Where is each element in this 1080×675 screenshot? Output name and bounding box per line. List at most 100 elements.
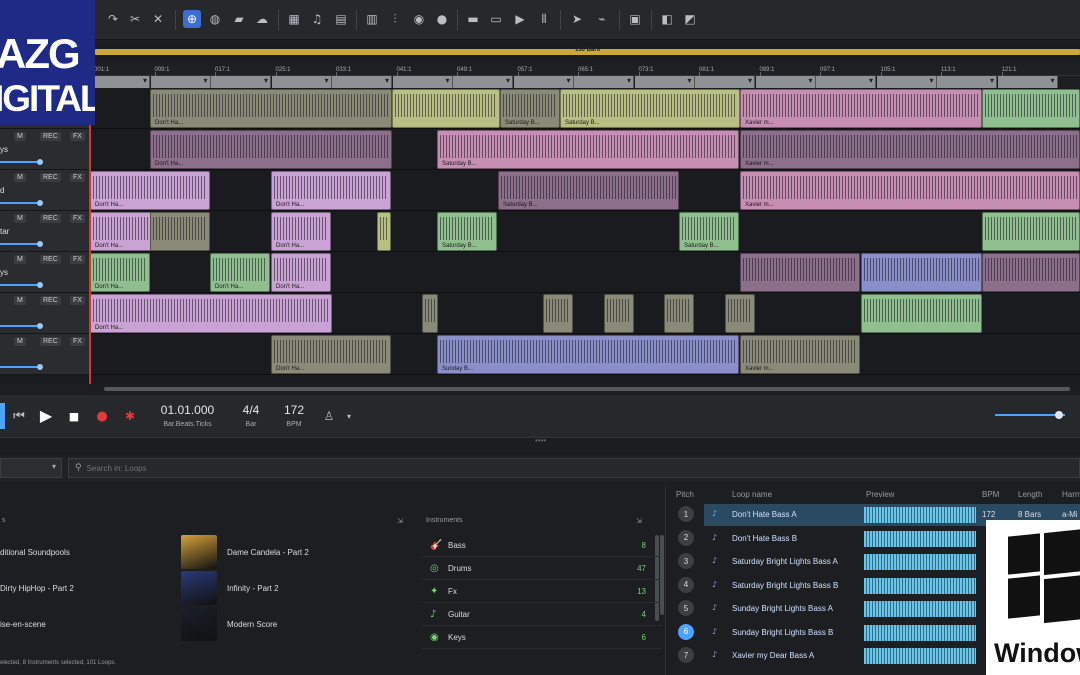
sort-icon[interactable]: ⇲ bbox=[636, 517, 642, 525]
marker-block[interactable] bbox=[574, 76, 634, 88]
loop-preview-waveform[interactable] bbox=[864, 577, 976, 594]
monitor-icon[interactable]: ◩ bbox=[681, 10, 699, 28]
mute-button[interactable]: M bbox=[14, 255, 26, 264]
audio-clip[interactable]: Saturday B... bbox=[437, 212, 497, 251]
soundpool-item[interactable]: Dirty HipHop - Part 2 bbox=[0, 571, 74, 605]
play-window-icon[interactable]: ▶ bbox=[511, 10, 529, 28]
pointer-icon[interactable]: ➤ bbox=[568, 10, 586, 28]
loop-name-header[interactable]: Loop name bbox=[732, 490, 772, 499]
bpm-header[interactable]: BPM bbox=[982, 490, 999, 499]
record-arm-button[interactable]: REC bbox=[40, 296, 61, 305]
pitch-button[interactable]: 5 bbox=[678, 600, 694, 616]
track-volume-slider[interactable] bbox=[0, 282, 43, 288]
pitch-button[interactable]: 2 bbox=[678, 529, 694, 546]
mute-button[interactable]: M bbox=[14, 214, 26, 223]
audio-clip[interactable] bbox=[982, 212, 1080, 251]
piano-icon[interactable]: ▥ bbox=[363, 10, 381, 28]
record-arm-button[interactable]: REC bbox=[40, 337, 61, 346]
ruler-icon[interactable]: ◧ bbox=[658, 10, 676, 28]
window-icon[interactable]: ▭ bbox=[487, 10, 505, 28]
audio-clip[interactable]: Sunday B... bbox=[437, 335, 739, 374]
audio-clip[interactable]: Xavier m... bbox=[740, 171, 1080, 210]
audio-clip[interactable] bbox=[740, 253, 860, 292]
audio-clip[interactable]: Saturday B... bbox=[560, 89, 740, 128]
filter-dropdown[interactable]: ▾ bbox=[0, 458, 62, 478]
track-lane[interactable]: Don't Ha... Don't Ha... Don't Ha... bbox=[90, 252, 1080, 293]
track-volume-slider[interactable] bbox=[0, 364, 43, 370]
timeline-ruler[interactable]: 001:1 009:1 017:1 025:1 033:1 041:1 049:1 057:1… bbox=[90, 66, 1080, 76]
record-arm-button[interactable]: REC bbox=[40, 132, 61, 141]
marker-block[interactable] bbox=[876, 76, 937, 88]
marker-block[interactable] bbox=[271, 76, 332, 88]
mute-button[interactable]: M bbox=[14, 296, 26, 305]
marker-block[interactable] bbox=[150, 76, 211, 88]
time-signature-display[interactable]: 4/4 bbox=[232, 403, 270, 417]
record-arm-button[interactable]: REC bbox=[40, 173, 61, 182]
instrument-item[interactable]: 🎸 Bass 8 bbox=[422, 535, 662, 557]
audio-clip[interactable]: Saturday B... bbox=[500, 89, 560, 128]
marker-block[interactable] bbox=[634, 76, 695, 88]
audio-clip[interactable]: Xavier m... bbox=[740, 130, 1080, 169]
record-arm-button[interactable]: REC bbox=[40, 255, 61, 264]
track-lane[interactable]: Don't Ha... Sunday B... Xavier m... bbox=[90, 334, 1080, 375]
add-circle-icon[interactable]: ⊕ bbox=[183, 10, 201, 28]
soundpool-item[interactable]: Dame Candela - Part 2 bbox=[181, 535, 309, 569]
audio-clip[interactable]: Xavier m... bbox=[740, 335, 860, 374]
pitch-button[interactable]: 7 bbox=[678, 647, 694, 663]
play-icon[interactable]: ▶ bbox=[37, 406, 55, 425]
panel-splitter[interactable]: •••• bbox=[0, 436, 1080, 455]
fx-button[interactable]: FX bbox=[70, 214, 85, 223]
track-name[interactable]: tar bbox=[0, 227, 9, 236]
audio-clip[interactable]: Saturday B... bbox=[679, 212, 739, 251]
fx-button[interactable]: FX bbox=[70, 296, 85, 305]
audio-clip[interactable]: Don't Ha... bbox=[90, 171, 210, 210]
record-button-icon[interactable]: ● bbox=[93, 407, 111, 425]
loop-preview-waveform[interactable] bbox=[864, 507, 976, 523]
track-lane[interactable]: Don't Ha... Saturday B... Saturday B... Xav… bbox=[90, 88, 1080, 129]
marker-lane[interactable] bbox=[90, 76, 1080, 88]
audio-clip[interactable]: Don't Ha... bbox=[150, 89, 392, 128]
audio-clip[interactable]: Don't Ha... bbox=[271, 335, 391, 374]
soundpool-item[interactable]: Modern Score bbox=[181, 607, 277, 641]
chevron-down-icon[interactable]: ▾ bbox=[340, 407, 358, 425]
audio-clip[interactable]: Xavier m... bbox=[740, 89, 982, 128]
pitch-header[interactable]: Pitch bbox=[676, 490, 694, 499]
master-volume-slider[interactable] bbox=[995, 411, 1065, 419]
soundpool-item[interactable]: ise-en-scene bbox=[0, 607, 46, 641]
pitch-button[interactable]: 1 bbox=[678, 506, 694, 522]
marker-block[interactable] bbox=[755, 76, 816, 88]
cloud-upload-icon[interactable]: ☁ bbox=[253, 10, 271, 28]
pitch-button[interactable]: 4 bbox=[678, 576, 694, 593]
marker-block[interactable] bbox=[513, 76, 574, 88]
instrument-item[interactable]: ✦ Fx 13 bbox=[422, 581, 662, 603]
snap-icon[interactable]: ▣ bbox=[626, 10, 644, 28]
record-icon[interactable]: ● bbox=[433, 10, 451, 28]
record-arm-button[interactable]: REC bbox=[40, 214, 61, 223]
search-input[interactable] bbox=[86, 463, 387, 473]
track-name[interactable]: ys bbox=[0, 145, 8, 154]
track-lane[interactable]: Don't Ha... Saturday B... Xavier m... bbox=[90, 129, 1080, 170]
bpm-display[interactable]: 172 bbox=[276, 403, 312, 417]
scissors-cursor-icon[interactable]: ⌁ bbox=[593, 10, 611, 28]
mixer-icon[interactable]: ⫶ bbox=[386, 10, 404, 28]
playhead[interactable] bbox=[89, 88, 91, 384]
fx-button[interactable]: FX bbox=[70, 337, 85, 346]
stop-icon[interactable]: ■ bbox=[65, 407, 83, 425]
grid-icon[interactable]: ▦ bbox=[285, 10, 303, 28]
audio-clip[interactable] bbox=[861, 294, 982, 333]
track-name[interactable]: ys bbox=[0, 268, 8, 277]
music-note-icon[interactable]: ♫ bbox=[308, 10, 326, 28]
mute-button[interactable]: M bbox=[14, 173, 26, 182]
audio-clip[interactable] bbox=[422, 294, 438, 333]
audio-clip[interactable]: Saturday B... bbox=[498, 171, 679, 210]
audio-clip[interactable] bbox=[725, 294, 755, 333]
sort-icon[interactable]: ⇲ bbox=[397, 517, 403, 525]
eye-icon[interactable]: ◉ bbox=[410, 10, 428, 28]
track-volume-slider[interactable] bbox=[0, 200, 43, 206]
audio-clip[interactable] bbox=[664, 294, 694, 333]
instrument-item[interactable]: ◎ Drums 47 bbox=[422, 558, 662, 580]
track-lane[interactable]: Don't Ha... Don't Ha... Saturday B... Xavie… bbox=[90, 170, 1080, 211]
audio-clip[interactable] bbox=[982, 89, 1080, 128]
audio-clip[interactable] bbox=[377, 212, 391, 251]
video-icon[interactable]: ▬ bbox=[464, 10, 482, 28]
